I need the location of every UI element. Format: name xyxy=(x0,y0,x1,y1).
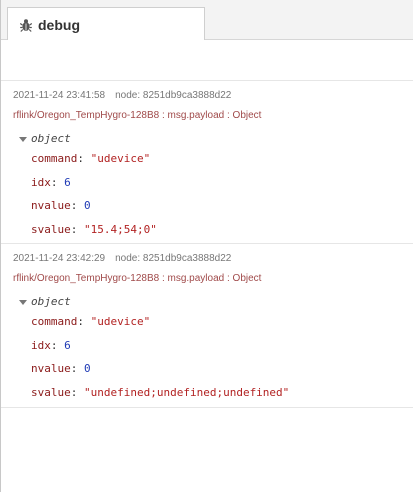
property-value: "15.4;54;0" xyxy=(84,222,157,236)
message-meta: 2021-11-24 23:41:58 node: 8251db9ca3888d2… xyxy=(1,89,413,103)
property-value: "udevice" xyxy=(90,315,151,328)
object-property: idx: 6 xyxy=(1,334,413,358)
object-toggle[interactable]: object xyxy=(1,131,413,147)
property-separator: : xyxy=(70,199,84,212)
caret-down-icon[interactable] xyxy=(19,299,27,305)
message-node-id[interactable]: node: 8251db9ca3888d22 xyxy=(115,253,231,264)
object-property: nvalue: 0 xyxy=(1,357,413,381)
debug-message: 2021-11-24 23:42:29 node: 8251db9ca3888d2… xyxy=(1,244,413,408)
property-value: 6 xyxy=(64,175,71,189)
property-value: "udevice" xyxy=(90,152,151,165)
property-key: nvalue xyxy=(31,362,71,375)
debug-toolbar xyxy=(1,40,413,80)
property-value: 6 xyxy=(64,338,71,352)
property-value: "undefined;undefined;undefined" xyxy=(84,385,290,399)
property-key: command xyxy=(31,315,78,328)
message-timestamp: 2021-11-24 23:41:58 xyxy=(13,90,106,101)
property-value: 0 xyxy=(84,199,91,212)
object-type-label: object xyxy=(31,295,71,308)
object-property: idx: 6 xyxy=(1,171,413,195)
message-timestamp: 2021-11-24 23:42:29 xyxy=(13,253,106,264)
debug-sidebar: debug 2021-11-24 23:41:58 node: 8251db9ca… xyxy=(0,0,413,492)
property-key: svalue xyxy=(31,222,71,236)
property-value: 0 xyxy=(84,362,91,375)
property-key: command xyxy=(31,152,78,165)
message-node-id[interactable]: node: 8251db9ca3888d22 xyxy=(115,90,231,101)
caret-down-icon[interactable] xyxy=(19,136,27,142)
property-separator: : xyxy=(50,338,65,352)
property-separator: : xyxy=(50,175,65,189)
message-topic: rflink/Oregon_TempHygro-128B8 : msg.payl… xyxy=(13,110,262,121)
property-separator: : xyxy=(77,152,91,165)
payload-object: object command: "udevice" idx: 6 nvalue:… xyxy=(1,131,413,241)
property-separator: : xyxy=(70,385,84,399)
property-separator: : xyxy=(70,362,84,375)
object-property: command: "udevice" xyxy=(1,147,413,171)
bug-icon xyxy=(20,18,32,32)
property-key: nvalue xyxy=(31,199,71,212)
debug-message: 2021-11-24 23:41:58 node: 8251db9ca3888d2… xyxy=(1,80,413,244)
object-property: svalue: "15.4;54;0" xyxy=(1,218,413,242)
debug-message-list: 2021-11-24 23:41:58 node: 8251db9ca3888d2… xyxy=(1,80,413,408)
message-topic: rflink/Oregon_TempHygro-128B8 : msg.payl… xyxy=(13,273,262,284)
payload-object: object command: "udevice" idx: 6 nvalue:… xyxy=(1,294,413,404)
property-key: idx xyxy=(31,338,51,352)
property-separator: : xyxy=(77,315,91,328)
object-property: command: "udevice" xyxy=(1,310,413,334)
object-property: nvalue: 0 xyxy=(1,194,413,218)
object-type-label: object xyxy=(31,132,71,145)
tab-debug-label: debug xyxy=(38,16,80,33)
property-separator: : xyxy=(70,222,84,236)
property-key: idx xyxy=(31,175,51,189)
tab-debug[interactable]: debug xyxy=(7,7,205,41)
property-key: svalue xyxy=(31,385,71,399)
object-toggle[interactable]: object xyxy=(1,294,413,310)
message-meta: 2021-11-24 23:42:29 node: 8251db9ca3888d2… xyxy=(1,252,413,266)
tab-bar: debug xyxy=(1,0,413,41)
object-property: svalue: "undefined;undefined;undefined" xyxy=(1,381,413,405)
